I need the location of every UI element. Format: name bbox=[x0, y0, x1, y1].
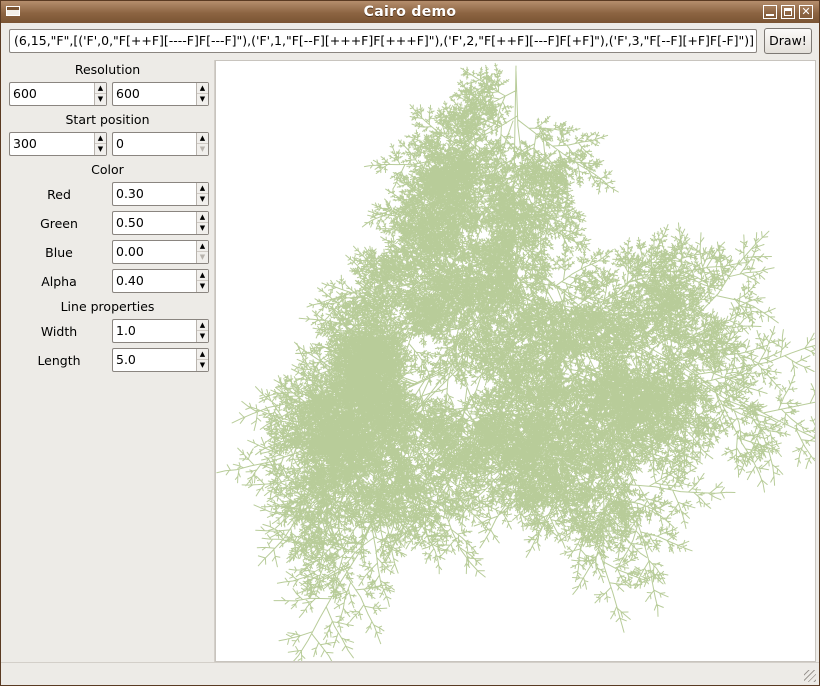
line-width-value: 1.0 bbox=[116, 323, 136, 338]
title-bar[interactable]: Cairo demo ✕ bbox=[1, 1, 819, 23]
fractal-plant-drawing bbox=[216, 62, 815, 661]
green-label: Green bbox=[40, 216, 78, 231]
spin-down-icon[interactable]: ▼ bbox=[197, 223, 208, 234]
blue-spinbox[interactable]: 0.00 ▲ ▼ bbox=[112, 240, 209, 264]
spin-down-icon[interactable]: ▼ bbox=[95, 144, 106, 155]
spin-down-icon[interactable]: ▼ bbox=[197, 331, 208, 342]
color-heading: Color bbox=[91, 162, 124, 177]
spin-up-icon[interactable]: ▲ bbox=[197, 133, 208, 144]
app-window: Cairo demo ✕ (6,15,"F",[('F',0,"F[++F][-… bbox=[0, 0, 820, 686]
start-y-value: 0 bbox=[116, 136, 124, 151]
spin-up-icon[interactable]: ▲ bbox=[197, 212, 208, 223]
spin-up-icon[interactable]: ▲ bbox=[197, 320, 208, 331]
blue-label: Blue bbox=[45, 245, 73, 260]
spin-up-icon[interactable]: ▲ bbox=[95, 133, 106, 144]
start-x-value: 300 bbox=[13, 136, 37, 151]
resolution-width-value: 600 bbox=[13, 86, 37, 101]
resolution-width-spinbox[interactable]: 600 ▲ ▼ bbox=[9, 82, 107, 106]
spin-up-icon[interactable]: ▲ bbox=[197, 83, 208, 94]
close-icon[interactable]: ✕ bbox=[799, 5, 813, 19]
settings-panel: Resolution 600 ▲ ▼ 600 ▲ ▼ Start position … bbox=[1, 60, 215, 662]
spin-down-icon[interactable]: ▼ bbox=[197, 281, 208, 292]
resolution-height-value: 600 bbox=[116, 86, 140, 101]
drawing-canvas bbox=[215, 60, 816, 662]
status-bar bbox=[1, 662, 819, 685]
window-title: Cairo demo bbox=[363, 4, 457, 20]
spin-up-icon[interactable]: ▲ bbox=[197, 241, 208, 252]
green-spinbox[interactable]: 0.50 ▲ ▼ bbox=[112, 211, 209, 235]
start-x-spinbox[interactable]: 300 ▲ ▼ bbox=[9, 132, 107, 156]
minimize-icon[interactable] bbox=[763, 5, 777, 19]
line-length-spinbox[interactable]: 5.0 ▲ ▼ bbox=[112, 348, 209, 372]
formula-input[interactable]: (6,15,"F",[('F',0,"F[++F][----F]F[---F]"… bbox=[9, 29, 757, 53]
red-spinbox[interactable]: 0.30 ▲ ▼ bbox=[112, 182, 209, 206]
alpha-label: Alpha bbox=[41, 274, 77, 289]
resize-grip-icon[interactable] bbox=[804, 670, 816, 682]
width-label: Width bbox=[40, 324, 78, 339]
green-value: 0.50 bbox=[116, 215, 144, 230]
fractal-branches bbox=[216, 62, 815, 661]
spin-down-icon[interactable]: ▼ bbox=[197, 252, 208, 263]
spin-down-icon[interactable]: ▼ bbox=[197, 360, 208, 371]
spin-down-icon[interactable]: ▼ bbox=[197, 144, 208, 155]
red-label: Red bbox=[47, 187, 71, 202]
spin-down-icon[interactable]: ▼ bbox=[197, 194, 208, 205]
red-value: 0.30 bbox=[116, 186, 144, 201]
resolution-heading: Resolution bbox=[74, 62, 141, 77]
start-y-spinbox[interactable]: 0 ▲ ▼ bbox=[112, 132, 209, 156]
resolution-height-spinbox[interactable]: 600 ▲ ▼ bbox=[112, 82, 209, 106]
spin-up-icon[interactable]: ▲ bbox=[197, 183, 208, 194]
spin-down-icon[interactable]: ▼ bbox=[197, 94, 208, 105]
start-position-heading: Start position bbox=[65, 112, 150, 127]
spin-down-icon[interactable]: ▼ bbox=[95, 94, 106, 105]
alpha-spinbox[interactable]: 0.40 ▲ ▼ bbox=[112, 269, 209, 293]
spin-up-icon[interactable]: ▲ bbox=[197, 270, 208, 281]
blue-value: 0.00 bbox=[116, 244, 144, 259]
line-length-value: 5.0 bbox=[116, 352, 136, 367]
maximize-icon[interactable] bbox=[781, 5, 795, 19]
spin-up-icon[interactable]: ▲ bbox=[95, 83, 106, 94]
line-width-spinbox[interactable]: 1.0 ▲ ▼ bbox=[112, 319, 209, 343]
length-label: Length bbox=[37, 353, 81, 368]
alpha-value: 0.40 bbox=[116, 273, 144, 288]
line-properties-heading: Line properties bbox=[60, 299, 155, 314]
draw-button[interactable]: Draw! bbox=[764, 28, 812, 54]
spin-up-icon[interactable]: ▲ bbox=[197, 349, 208, 360]
